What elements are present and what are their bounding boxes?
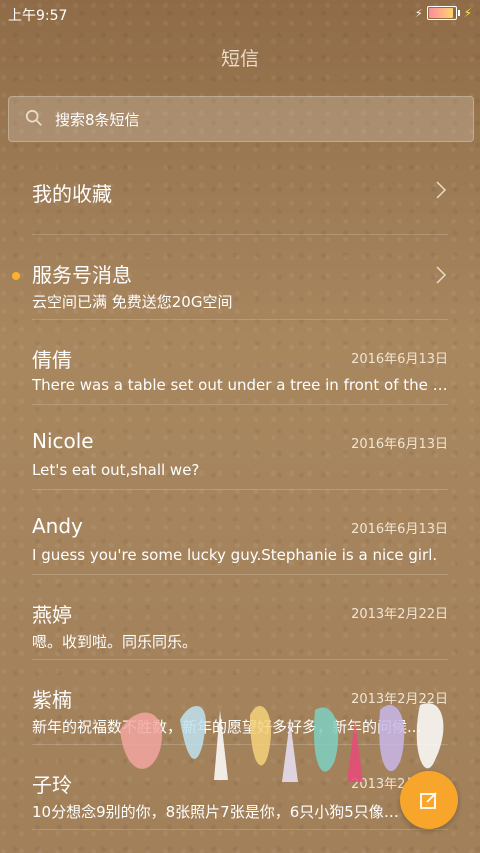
conversation-date: 2016年6月13日 xyxy=(351,437,448,452)
conversation-title: 子玲 xyxy=(32,773,72,797)
status-bar: 上午9:57 ⚡ ⚡ xyxy=(0,0,480,28)
conversation-date: 2016年6月13日 xyxy=(351,352,448,367)
search-input[interactable]: 搜索8条短信 xyxy=(8,96,474,142)
battery-tip xyxy=(457,10,460,16)
conversation-title: 紫楠 xyxy=(32,688,72,712)
conversation-title: 倩倩 xyxy=(32,348,72,372)
charging-icon: ⚡ xyxy=(414,6,423,20)
unread-dot xyxy=(12,272,20,280)
chevron-right-icon xyxy=(436,266,447,284)
search-placeholder: 搜索8条短信 xyxy=(55,111,140,129)
page-title: 短信 xyxy=(220,48,259,70)
list-item-service-messages[interactable]: 服务号消息 云空间已满 免费送您20G空间 xyxy=(12,235,448,320)
conversation-title: Andy xyxy=(32,514,83,538)
conversation-snippet: 新年的祝福数不胜数，新年的愿望好多好多，新年的问候... xyxy=(32,718,422,736)
conversation-snippet: 10分想念9别的你，8张照片7张是你，6只小狗5只像你... xyxy=(32,803,408,821)
list-item[interactable]: Nicole 2016年6月13日 Let's eat out,shall we… xyxy=(32,405,448,490)
chevron-right-icon xyxy=(436,181,447,199)
list-item[interactable]: Andy 2016年6月13日 I guess you're some luck… xyxy=(32,490,448,575)
compose-icon xyxy=(420,792,437,809)
battery-fill xyxy=(428,8,453,18)
conversation-date: 2013年2月22日 xyxy=(351,692,448,707)
status-icons: ⚡ ⚡ xyxy=(415,6,472,20)
conversation-title: 服务号消息 xyxy=(32,263,132,287)
list-item[interactable]: 子玲 2013年2月22日 10分想念9别的你，8张照片7张是你，6只小狗5只像… xyxy=(32,745,448,830)
conversation-snippet: Let's eat out,shall we? xyxy=(32,461,200,479)
list-item[interactable]: 紫楠 2013年2月22日 新年的祝福数不胜数，新年的愿望好多好多，新年的问候.… xyxy=(32,660,448,745)
conversation-snippet: I guess you're some lucky guy.Stephanie … xyxy=(32,546,438,564)
conversation-date: 2013年2月22日 xyxy=(351,607,448,622)
conversation-snippet: 嗯。收到啦。同乐同乐。 xyxy=(32,633,198,651)
list-item-favorites[interactable]: 我的收藏 xyxy=(32,150,448,235)
list-item[interactable]: 倩倩 2016年6月13日 There was a table set out … xyxy=(32,320,448,405)
conversation-snippet: There was a table set out under a tree i… xyxy=(32,376,448,394)
conversation-title: Nicole xyxy=(32,429,94,453)
battery-icon xyxy=(426,6,457,20)
conversation-list: 我的收藏 服务号消息 云空间已满 免费送您20G空间 倩倩 2016年6月13日… xyxy=(0,150,480,830)
lightning-icon: ⚡ xyxy=(463,6,472,20)
list-item[interactable]: 燕婷 2013年2月22日 嗯。收到啦。同乐同乐。 xyxy=(32,575,448,660)
conversation-title: 我的收藏 xyxy=(32,182,112,206)
compose-button[interactable] xyxy=(400,771,458,829)
conversation-snippet: 云空间已满 免费送您20G空间 xyxy=(32,293,233,311)
conversation-date: 2016年6月13日 xyxy=(351,522,448,537)
conversation-title: 燕婷 xyxy=(32,603,72,627)
search-icon xyxy=(25,109,42,126)
status-time: 上午9:57 xyxy=(8,8,68,24)
